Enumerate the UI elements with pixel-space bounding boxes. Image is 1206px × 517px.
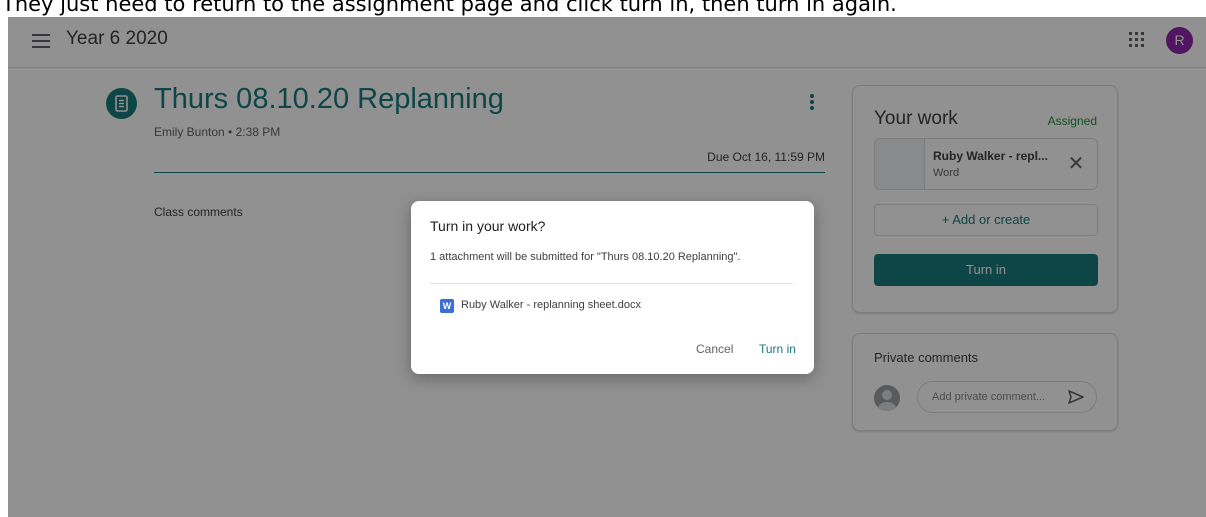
dialog-file-name: Ruby Walker - replanning sheet.docx bbox=[461, 299, 641, 311]
dialog-body: 1 attachment will be submitted for "Thur… bbox=[430, 251, 741, 263]
dialog-divider bbox=[430, 283, 793, 284]
word-file-icon: W bbox=[440, 299, 454, 313]
turn-in-dialog: Turn in your work? 1 attachment will be … bbox=[411, 201, 814, 374]
classroom-app: Year 6 2020 R Thurs 08.10.20 Replanning … bbox=[8, 17, 1206, 517]
cancel-button[interactable]: Cancel bbox=[696, 342, 733, 356]
confirm-turn-in-button[interactable]: Turn in bbox=[759, 342, 796, 356]
dialog-title: Turn in your work? bbox=[430, 218, 546, 234]
instruction-caption: They just need to return to the assignme… bbox=[2, 0, 897, 16]
